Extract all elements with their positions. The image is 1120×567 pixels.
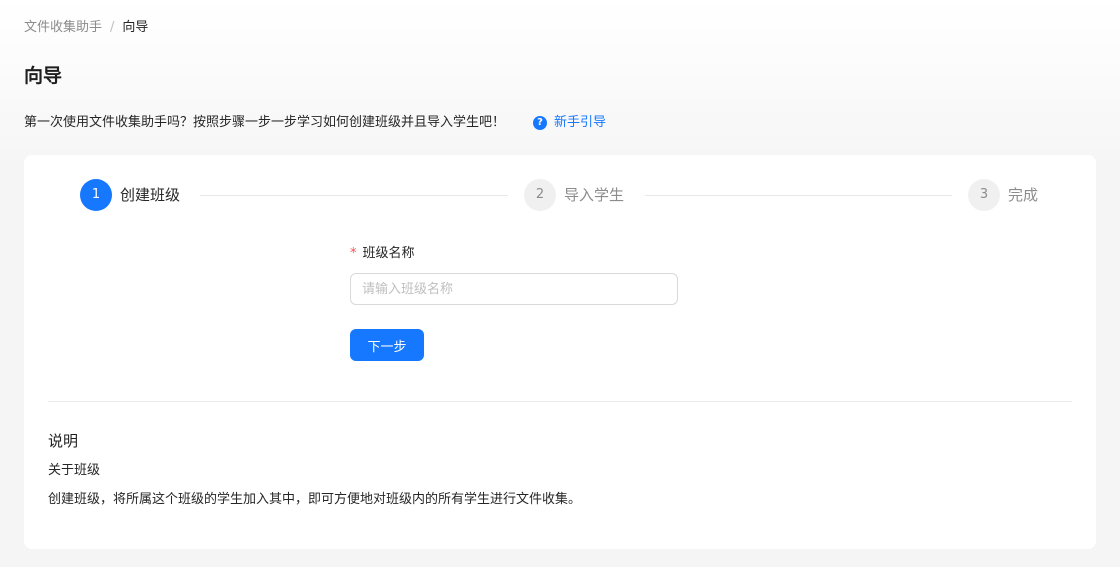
required-mark: * bbox=[350, 246, 357, 261]
step-complete: 3 完成 bbox=[968, 179, 1038, 211]
notes-body: 创建班级，将所属这个班级的学生加入其中，即可方便地对班级内的所有学生进行文件收集… bbox=[48, 492, 582, 507]
beginner-guide-link[interactable]: ? 新手引导 bbox=[533, 114, 606, 132]
question-circle-icon: ? bbox=[533, 116, 548, 130]
step-create-class: 1 创建班级 bbox=[80, 179, 180, 211]
step-number: 2 bbox=[524, 179, 556, 211]
page-title: 向导 bbox=[24, 65, 63, 87]
step-label: 创建班级 bbox=[120, 186, 181, 204]
intro-row: 第一次使用文件收集助手吗？按照步骤一步一步学习如何创建班级并且导入学生吧！ ? … bbox=[24, 114, 606, 132]
next-step-button[interactable]: 下一步 bbox=[350, 329, 424, 361]
notes-subtitle: 关于班级 bbox=[48, 463, 101, 478]
step-label: 导入学生 bbox=[564, 186, 625, 204]
beginner-guide-label: 新手引导 bbox=[554, 115, 607, 130]
breadcrumb-separator: / bbox=[110, 20, 115, 35]
wizard-card: 1 创建班级 2 导入学生 3 完成 * 班级名称 下一步 说明 关于班级 创建… bbox=[24, 155, 1096, 549]
step-connector bbox=[645, 195, 952, 196]
class-name-input[interactable] bbox=[350, 273, 678, 305]
step-number: 3 bbox=[968, 179, 1000, 211]
step-import-students: 2 导入学生 bbox=[524, 179, 624, 211]
step-connector bbox=[200, 195, 508, 196]
intro-text: 第一次使用文件收集助手吗？按照步骤一步一步学习如何创建班级并且导入学生吧！ bbox=[24, 115, 506, 130]
header-zone bbox=[0, 0, 1120, 160]
step-label: 完成 bbox=[1008, 186, 1039, 204]
breadcrumb-root-link[interactable]: 文件收集助手 bbox=[24, 19, 102, 37]
class-name-label-text: 班级名称 bbox=[362, 246, 415, 261]
breadcrumb-current: 向导 bbox=[122, 20, 149, 35]
notes-title: 说明 bbox=[48, 432, 79, 450]
divider bbox=[48, 401, 1072, 402]
class-name-label: * 班级名称 bbox=[350, 245, 415, 263]
breadcrumb: 文件收集助手 / 向导 bbox=[24, 19, 148, 37]
step-number: 1 bbox=[80, 179, 112, 211]
